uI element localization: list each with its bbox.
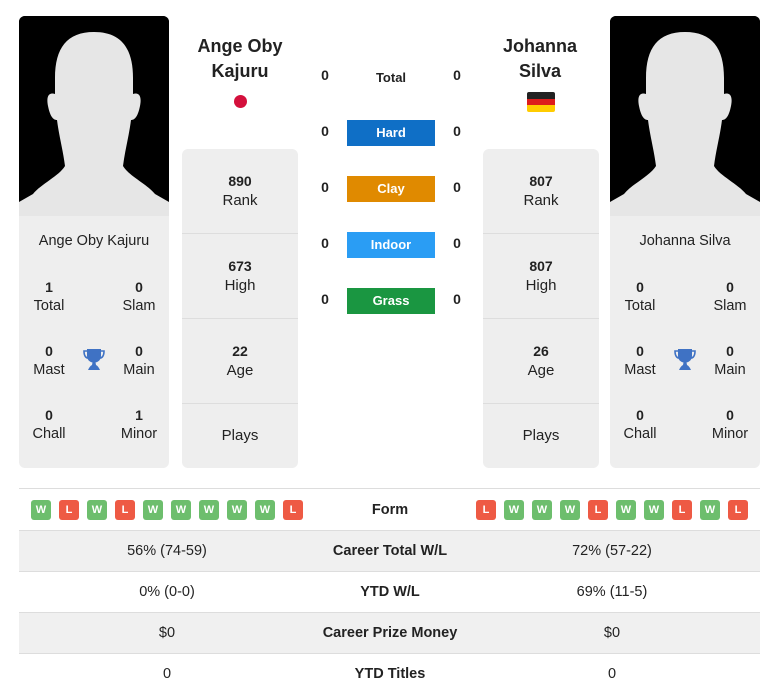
silhouette-icon xyxy=(19,16,169,216)
surface-grass-badge[interactable]: Grass xyxy=(347,288,435,314)
trophy-icon xyxy=(672,346,698,372)
player1-titles-minor: 1 Minor xyxy=(120,407,158,442)
career-prize-money-label: Career Prize Money xyxy=(322,625,458,641)
form-win-badge[interactable]: W xyxy=(700,500,720,520)
player2-age: 26 Age xyxy=(483,318,599,403)
player1-name: Ange Oby Kajuru xyxy=(38,233,150,249)
player1-titles-card: Ange Oby Kajuru 1 Total 0 Slam 0 Mast 0 … xyxy=(19,216,169,468)
player2-ytd-wl: 69% (11-5) xyxy=(576,584,648,600)
h2h-hard-p2: 0 xyxy=(453,123,461,139)
player1-titles-mast: 0 Mast xyxy=(33,343,65,378)
form-win-badge[interactable]: W xyxy=(143,500,163,520)
ytd-wl-label: YTD W/L xyxy=(360,584,420,600)
form-win-badge[interactable]: W xyxy=(644,500,664,520)
form-label: Form xyxy=(371,502,409,518)
player1-career-prize-money: $0 xyxy=(158,625,176,641)
form-win-badge[interactable]: W xyxy=(504,500,524,520)
germany-flag-icon xyxy=(527,92,555,112)
career-total-wl-row: 56% (74-59) Career Total W/L 72% (57-22) xyxy=(19,530,760,571)
silhouette-icon xyxy=(610,16,760,216)
player2-heading[interactable]: Johanna Silva xyxy=(470,34,610,84)
player2-titles-mast: 0 Mast xyxy=(624,343,656,378)
form-win-badge[interactable]: W xyxy=(87,500,107,520)
h2h-total-label: Total xyxy=(375,70,407,85)
ytd-wl-row: 0% (0-0) YTD W/L 69% (11-5) xyxy=(19,571,760,612)
player1-career-total-wl: 56% (74-59) xyxy=(127,543,207,559)
player1-titles-main: 0 Main xyxy=(123,343,155,378)
player1-age: 22 Age xyxy=(182,318,298,403)
player1-titles-total: 1 Total xyxy=(33,279,65,314)
form-win-badge[interactable]: W xyxy=(171,500,191,520)
player2-stats-card: 807 Rank 807 High 26 Age Plays xyxy=(483,149,599,468)
h2h-indoor-p1: 0 xyxy=(321,235,329,251)
h2h-total-p2: 0 xyxy=(453,67,461,83)
player2-plays: Plays xyxy=(483,403,599,468)
player1-plays: Plays xyxy=(182,403,298,468)
player2-career-total-wl: 72% (57-22) xyxy=(572,543,652,559)
player2-titles-slam: 0 Slam xyxy=(713,279,747,314)
surface-indoor-badge[interactable]: Indoor xyxy=(347,232,435,258)
h2h-total-p1: 0 xyxy=(321,67,329,83)
player2-rank: 807 Rank xyxy=(523,173,559,209)
player2-photo xyxy=(610,16,760,216)
career-prize-money-row: $0 Career Prize Money $0 xyxy=(19,612,760,653)
surface-clay-badge[interactable]: Clay xyxy=(347,176,435,202)
player2-titles-total: 0 Total xyxy=(624,279,656,314)
form-loss-badge[interactable]: L xyxy=(728,500,748,520)
career-total-wl-label: Career Total W/L xyxy=(332,543,448,559)
form-loss-badge[interactable]: L xyxy=(476,500,496,520)
player2-titles-main: 0 Main xyxy=(714,343,746,378)
form-win-badge[interactable]: W xyxy=(227,500,247,520)
h2h-clay-p1: 0 xyxy=(321,179,329,195)
surface-hard-badge[interactable]: Hard xyxy=(347,120,435,146)
trophy-icon xyxy=(81,346,107,372)
form-win-badge[interactable]: W xyxy=(532,500,552,520)
japan-flag-icon xyxy=(234,95,247,108)
form-row: WLWLWWWWWL Form LWWWLWWLWL xyxy=(19,488,760,530)
player2-titles-card: Johanna Silva 0 Total 0 Slam 0 Mast 0 Ma… xyxy=(610,216,760,468)
player1-high: 673 High xyxy=(182,233,298,318)
form-win-badge[interactable]: W xyxy=(255,500,275,520)
player1-rank: 890 Rank xyxy=(222,173,258,209)
form-win-badge[interactable]: W xyxy=(560,500,580,520)
ytd-titles-label: YTD Titles xyxy=(354,666,426,682)
player1-ytd-titles: 0 xyxy=(162,666,172,682)
player2-high: 807 High xyxy=(483,233,599,318)
h2h-hard-p1: 0 xyxy=(321,123,329,139)
player1-ytd-wl: 0% (0-0) xyxy=(139,584,195,600)
form-loss-badge[interactable]: L xyxy=(672,500,692,520)
h2h-grass-p1: 0 xyxy=(321,291,329,307)
player1-heading[interactable]: Ange Oby Kajuru xyxy=(170,34,310,84)
player1-photo xyxy=(19,16,169,216)
ytd-titles-row: 0 YTD Titles 0 xyxy=(19,653,760,694)
player2-name: Johanna Silva xyxy=(639,233,731,249)
player2-titles-chall: 0 Chall xyxy=(623,407,657,442)
form-loss-badge[interactable]: L xyxy=(588,500,608,520)
form-loss-badge[interactable]: L xyxy=(59,500,79,520)
player1-titles-slam: 0 Slam xyxy=(122,279,156,314)
player2-ytd-titles: 0 xyxy=(607,666,617,682)
form-win-badge[interactable]: W xyxy=(616,500,636,520)
h2h-grass-p2: 0 xyxy=(453,291,461,307)
h2h-clay-p2: 0 xyxy=(453,179,461,195)
player1-titles-chall: 0 Chall xyxy=(32,407,66,442)
form-win-badge[interactable]: W xyxy=(199,500,219,520)
h2h-indoor-p2: 0 xyxy=(453,235,461,251)
player2-career-prize-money: $0 xyxy=(603,625,621,641)
player2-titles-minor: 0 Minor xyxy=(711,407,749,442)
player1-stats-card: 890 Rank 673 High 22 Age Plays xyxy=(182,149,298,468)
form-loss-badge[interactable]: L xyxy=(115,500,135,520)
form-win-badge[interactable]: W xyxy=(31,500,51,520)
